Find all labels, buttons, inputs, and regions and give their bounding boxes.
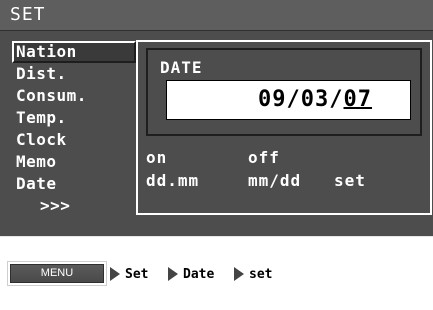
menu-item-clock[interactable]: Clock [14, 129, 134, 151]
option-dd-mm[interactable]: dd.mm [146, 171, 199, 190]
date-value-cursor: 07 [343, 87, 372, 112]
footer-divider [0, 236, 433, 237]
screen-header: SET [0, 0, 433, 31]
menu-item-memo[interactable]: Memo [14, 151, 134, 173]
play-arrow-icon [168, 267, 178, 281]
menu-item-temp[interactable]: Temp. [14, 107, 134, 129]
menu-item-nation[interactable]: Nation [12, 41, 136, 63]
menu-button[interactable]: MENU [10, 264, 104, 283]
breadcrumb-label: set [249, 266, 273, 282]
date-value-main: 09/03/ [258, 87, 344, 112]
breadcrumb-step-set: Set [110, 264, 148, 284]
breadcrumb-label: Set [125, 266, 149, 282]
play-arrow-icon [110, 267, 120, 281]
menu-item-consum[interactable]: Consum. [14, 85, 134, 107]
option-mm-dd[interactable]: mm/dd [248, 171, 301, 190]
menu-item-dist[interactable]: Dist. [14, 63, 134, 85]
option-on[interactable]: on [146, 148, 167, 167]
device-screen: SET Nation Dist. Consum. Temp. Clock Mem… [0, 0, 433, 236]
breadcrumb-label: Date [183, 266, 215, 282]
date-label: DATE [160, 58, 203, 77]
date-value: 09/03/07 [258, 87, 372, 112]
option-set[interactable]: set [334, 171, 366, 190]
breadcrumb-step-set-final: set [234, 264, 272, 284]
menu-item-date[interactable]: Date [14, 173, 134, 195]
date-display: 09/03/07 [166, 80, 411, 120]
option-off[interactable]: off [248, 148, 280, 167]
breadcrumb-step-date: Date [168, 264, 214, 284]
screen-title: SET [10, 4, 46, 25]
play-arrow-icon [234, 267, 244, 281]
